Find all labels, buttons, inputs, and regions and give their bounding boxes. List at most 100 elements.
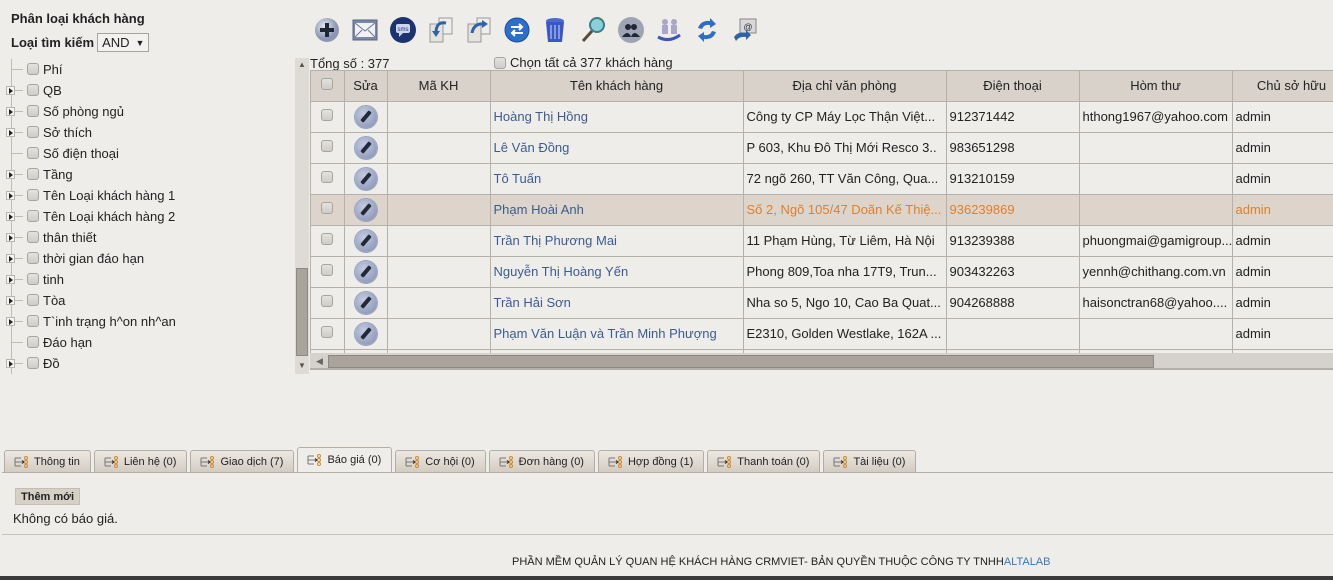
row-edit-cell[interactable]: [344, 163, 388, 195]
tree-checkbox[interactable]: [27, 63, 39, 75]
select-all-checkbox[interactable]: [494, 56, 506, 69]
transfer-button[interactable]: [502, 14, 532, 46]
tree-checkbox[interactable]: [27, 210, 39, 222]
tree-item[interactable]: thân thiết: [0, 227, 292, 248]
tree-checkbox[interactable]: [27, 336, 39, 348]
row-edit-cell[interactable]: [344, 101, 388, 133]
tree-checkbox[interactable]: [27, 294, 39, 306]
email-button[interactable]: [350, 14, 380, 46]
row-edit-cell[interactable]: [344, 194, 388, 226]
header-name[interactable]: Tên khách hàng: [490, 71, 744, 102]
expand-icon[interactable]: [6, 212, 15, 221]
expand-icon[interactable]: [6, 128, 15, 137]
pencil-icon[interactable]: [354, 229, 377, 252]
pencil-icon[interactable]: [354, 167, 377, 190]
table-row[interactable]: Phạm Văn Luận và Trần Minh Phượng E2310, …: [311, 318, 1333, 350]
row-edit-cell[interactable]: [344, 318, 388, 350]
tree-item[interactable]: Tên Loại khách hàng 2: [0, 206, 292, 227]
tree-item[interactable]: Tên Loại khách hàng 1: [0, 185, 292, 206]
add-new-button[interactable]: Thêm mới: [15, 488, 81, 505]
customer-name-link[interactable]: Tô Tuấn: [494, 171, 542, 186]
sms-button[interactable]: sms: [388, 14, 418, 46]
row-checkbox[interactable]: [321, 171, 334, 183]
select-all[interactable]: Chọn tất cả 377 khách hàng: [494, 55, 673, 70]
tree-item[interactable]: Phí: [0, 59, 292, 80]
tab-9[interactable]: Tài liệu (0): [823, 450, 917, 472]
tree-item[interactable]: Sở thích: [0, 122, 292, 143]
tree-item[interactable]: tinh: [0, 269, 292, 290]
footer-brand-link[interactable]: ALTALAB: [1004, 556, 1051, 568]
row-checkbox[interactable]: [321, 326, 334, 338]
tree-item[interactable]: thời gian đáo hạn: [0, 248, 292, 269]
row-edit-cell[interactable]: [344, 225, 388, 257]
table-row[interactable]: Nguyễn Thị Hoàng Yến Phong 809,Toa nha 17…: [311, 256, 1333, 288]
tab-6[interactable]: Đơn hàng (0): [488, 450, 595, 472]
delete-button[interactable]: [540, 14, 570, 46]
pencil-icon[interactable]: [354, 105, 377, 128]
expand-icon[interactable]: [6, 359, 15, 368]
row-select-cell[interactable]: [311, 318, 345, 350]
header-edit[interactable]: Sửa: [344, 71, 388, 102]
scroll-up-icon[interactable]: ▲: [298, 60, 306, 69]
customer-name-link[interactable]: Hoàng Thị Hồng: [494, 109, 588, 124]
customer-name-link[interactable]: Nguyễn Thị Hoàng Yến: [494, 264, 629, 279]
expand-icon[interactable]: [6, 254, 15, 263]
tree-item[interactable]: Số phòng ngủ: [0, 101, 292, 122]
row-edit-cell[interactable]: [344, 132, 388, 164]
tree-checkbox[interactable]: [27, 168, 39, 180]
header-code[interactable]: Mã KH: [387, 71, 491, 102]
scroll-down-icon[interactable]: ▼: [298, 361, 306, 370]
import-button[interactable]: [426, 14, 456, 46]
expand-icon[interactable]: [6, 191, 15, 200]
row-checkbox[interactable]: [321, 202, 334, 214]
customer-name-link[interactable]: Trần Hải Sơn: [494, 295, 571, 310]
search-type-select[interactable]: AND ▼: [97, 33, 150, 52]
tree-item[interactable]: Tòa: [0, 290, 292, 311]
tree-item[interactable]: T`inh trạng h^on nh^an: [0, 311, 292, 332]
meeting-button[interactable]: [654, 14, 684, 46]
grid-horizontal-scrollbar[interactable]: ◀: [310, 353, 1333, 370]
group-button[interactable]: [616, 14, 646, 46]
search-button[interactable]: [578, 14, 608, 46]
header-email[interactable]: Hòm thư: [1079, 71, 1233, 102]
row-checkbox[interactable]: [321, 264, 334, 276]
expand-icon[interactable]: [6, 170, 15, 179]
pencil-icon[interactable]: [354, 198, 377, 221]
table-row[interactable]: Hoàng Thị Hồng Công ty CP Máy Lọc Thận Vi…: [311, 101, 1333, 133]
expand-icon[interactable]: [6, 86, 15, 95]
add-button[interactable]: [312, 14, 342, 46]
customer-name-link[interactable]: Trần Thị Phương Mai: [494, 233, 617, 248]
tree-item[interactable]: Tầng: [0, 164, 292, 185]
tree-item[interactable]: Số điện thoại: [0, 143, 292, 164]
pencil-icon[interactable]: [354, 260, 377, 283]
tab-4[interactable]: Báo giá (0): [297, 447, 393, 472]
pencil-icon[interactable]: [354, 322, 377, 345]
tree-checkbox[interactable]: [27, 105, 39, 117]
scroll-left-icon[interactable]: ◀: [316, 356, 323, 367]
row-checkbox[interactable]: [321, 109, 334, 121]
expand-icon[interactable]: [6, 317, 15, 326]
tree-item[interactable]: Đáo hạn: [0, 332, 292, 353]
pencil-icon[interactable]: [354, 136, 377, 159]
customer-name-link[interactable]: Phạm Hoài Anh: [494, 202, 584, 217]
tree-checkbox[interactable]: [27, 231, 39, 243]
tree-checkbox[interactable]: [27, 126, 39, 138]
tree-item[interactable]: Đồ: [0, 353, 292, 374]
row-select-cell[interactable]: [311, 163, 345, 195]
table-row[interactable]: Lê Văn Đồng P 603, Khu Đô Thị Mới Resco 3…: [311, 132, 1333, 164]
hscroll-thumb[interactable]: [328, 355, 1154, 368]
header-owner[interactable]: Chủ sở hữu: [1232, 71, 1333, 102]
header-checkbox[interactable]: [321, 78, 334, 91]
table-row[interactable]: Trần Hải Sơn Nha so 5, Ngo 10, Cao Ba Qua…: [311, 287, 1333, 319]
tab-3[interactable]: Giao dịch (7): [190, 450, 295, 472]
refresh-button[interactable]: [692, 14, 722, 46]
row-select-cell[interactable]: [311, 287, 345, 319]
row-edit-cell[interactable]: [344, 256, 388, 288]
expand-icon[interactable]: [6, 275, 15, 284]
row-select-cell[interactable]: [311, 256, 345, 288]
grid-vertical-scrollbar[interactable]: ▲ ▼: [295, 58, 309, 374]
row-checkbox[interactable]: [321, 140, 334, 152]
row-select-cell[interactable]: [311, 225, 345, 257]
header-phone[interactable]: Điện thoại: [946, 71, 1080, 102]
row-select-cell[interactable]: [311, 101, 345, 133]
